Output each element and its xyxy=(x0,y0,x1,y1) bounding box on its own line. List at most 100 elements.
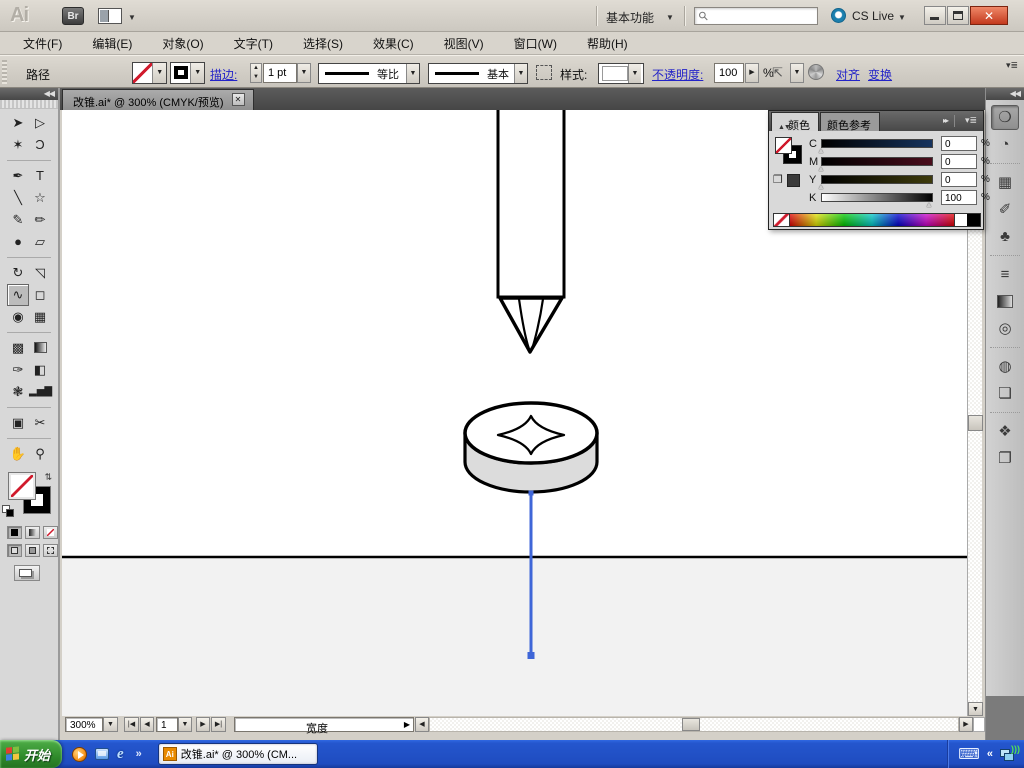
control-bar-grip[interactable] xyxy=(2,60,7,84)
panel-collapse-icon[interactable]: ▲▼ xyxy=(778,124,785,131)
panel-icon-symbols[interactable]: ♣ xyxy=(991,224,1019,249)
search-box[interactable]: ⚲ xyxy=(694,7,818,25)
tab-close-icon[interactable]: ✕ xyxy=(232,93,245,106)
pasteboard[interactable] xyxy=(62,558,967,716)
close-button[interactable]: ✕ xyxy=(970,6,1008,25)
magic-wand-tool[interactable]: ✶ xyxy=(7,134,29,156)
type-tool[interactable]: T xyxy=(29,165,51,187)
spectrum-ramp[interactable] xyxy=(790,214,954,226)
select-similar-dropdown[interactable]: ▼ xyxy=(790,63,804,83)
panel-icon-transparency[interactable]: ◎ xyxy=(991,316,1019,341)
workspace-switcher[interactable]: 基本功能 xyxy=(606,9,654,26)
draw-behind-button[interactable] xyxy=(25,544,40,557)
black-value-field[interactable]: 100 xyxy=(941,190,977,205)
zoom-level-field[interactable]: 300% xyxy=(65,717,103,732)
panel-icon-stroke[interactable]: ≡ xyxy=(991,262,1019,287)
cyan-slider-thumb[interactable]: ▲ xyxy=(817,146,825,155)
minimize-button[interactable] xyxy=(924,6,946,25)
tray-chevron-icon[interactable]: « xyxy=(987,748,993,760)
profile-dropdown-icon[interactable]: ▼ xyxy=(406,64,419,83)
stroke-width-dropdown[interactable]: ▼ xyxy=(297,63,311,83)
brush-dropdown-icon[interactable]: ▼ xyxy=(514,64,527,83)
swap-fill-stroke-icon[interactable]: ⇄ xyxy=(42,473,53,481)
brush-definition-combo[interactable]: 基本 ▼ xyxy=(428,63,528,84)
width-tool[interactable]: ∿ xyxy=(7,284,29,306)
panel-fill-swatch[interactable] xyxy=(775,137,792,154)
panel-icon-color-guide[interactable]: ◔ xyxy=(991,132,1019,157)
color-mode-button[interactable] xyxy=(7,526,22,539)
network-icon[interactable]: ))) xyxy=(1000,747,1016,761)
closest-web-color-swatch[interactable] xyxy=(787,174,800,187)
tools-panel-header[interactable]: ◀◀ xyxy=(0,88,58,100)
document-tab[interactable]: 改锥.ai* @ 300% (CMYK/预览) ✕ xyxy=(62,89,254,110)
column-graph-tool[interactable]: ▂▅▇ xyxy=(29,381,51,403)
menu-type[interactable]: 文字(T) xyxy=(219,32,288,55)
panel-icon-appearance[interactable]: ◍ xyxy=(991,354,1019,379)
panel-icon-brushes[interactable]: ✐ xyxy=(991,197,1019,222)
tab-color[interactable]: ▲▼颜色 xyxy=(771,112,819,131)
eraser-tool[interactable]: ▱ xyxy=(29,231,51,253)
menu-window[interactable]: 窗口(W) xyxy=(499,32,572,55)
expand-dock-icon[interactable]: ◀◀ xyxy=(1010,89,1020,98)
quick-launch-chevron-icon[interactable]: » xyxy=(132,748,146,760)
fill-swatch[interactable] xyxy=(9,473,35,499)
menu-select[interactable]: 选择(S) xyxy=(288,32,358,55)
blob-brush-tool[interactable]: ● xyxy=(7,231,29,253)
menu-object[interactable]: 对象(O) xyxy=(147,32,218,55)
stepper-up-icon[interactable]: ▲ xyxy=(251,64,261,73)
panel-icon-color[interactable]: ❍ xyxy=(991,105,1019,130)
screen-mode-button[interactable] xyxy=(14,565,40,581)
draw-normal-button[interactable] xyxy=(7,544,22,557)
panel-icon-artboards[interactable]: ❐ xyxy=(991,446,1019,471)
fill-none-swatch[interactable] xyxy=(133,63,153,83)
width-profile-combo[interactable]: 等比 ▼ xyxy=(318,63,420,84)
artboard-dropdown-icon[interactable]: ▼ xyxy=(178,717,192,732)
show-desktop-icon[interactable] xyxy=(95,748,109,760)
scroll-down-icon[interactable]: ▼ xyxy=(968,702,983,716)
pencil-tool[interactable]: ✏ xyxy=(29,209,51,231)
shape-tool[interactable]: ☆ xyxy=(29,187,51,209)
magenta-value-field[interactable]: 0 xyxy=(941,154,977,169)
zoom-dropdown-icon[interactable]: ▼ xyxy=(103,717,118,732)
line-segment-tool[interactable]: ╲ xyxy=(7,187,29,209)
color-panel-header[interactable]: ▲▼颜色 颜色参考 ▸▸ ▾≣ xyxy=(769,111,983,131)
recolor-artwork-icon[interactable] xyxy=(808,64,824,80)
horizontal-scroll-thumb[interactable] xyxy=(682,718,700,731)
menu-effect[interactable]: 效果(C) xyxy=(358,32,429,55)
previous-artboard-button[interactable]: ◀ xyxy=(140,717,154,732)
selection-tool[interactable]: ➤ xyxy=(7,112,29,134)
dock-header[interactable]: ◀◀ xyxy=(986,88,1024,100)
out-of-web-color-icon[interactable]: ❒ xyxy=(773,173,783,186)
bridge-button[interactable]: Br xyxy=(62,7,84,25)
live-paint-bucket-tool[interactable]: ◧ xyxy=(29,359,51,381)
screwdriver-tip[interactable] xyxy=(500,298,562,352)
tab-color-guide[interactable]: 颜色参考 xyxy=(820,112,880,131)
stroke-width-stepper[interactable]: ▲ ▼ xyxy=(250,63,262,83)
scale-tool[interactable]: ◹ xyxy=(29,262,51,284)
gradient-tool[interactable] xyxy=(29,337,51,359)
spectrum-none-swatch[interactable] xyxy=(774,214,790,226)
black-slider[interactable] xyxy=(821,193,933,202)
cs-live-caret-icon[interactable]: ▼ xyxy=(898,13,906,22)
stroke-black-swatch[interactable] xyxy=(171,63,191,83)
graphic-style-combo[interactable]: ▼ xyxy=(598,63,644,84)
arrange-documents-button[interactable] xyxy=(98,8,122,24)
eyedropper-tool[interactable]: ✑ xyxy=(7,359,29,381)
rotate-tool[interactable]: ↻ xyxy=(7,262,29,284)
gradient-mode-button[interactable] xyxy=(25,526,40,539)
taskbar-window-button[interactable]: Ai 改锥.ai* @ 300% (CM... xyxy=(158,743,318,765)
artboard-tool[interactable]: ▣ xyxy=(7,412,29,434)
stepper-down-icon[interactable]: ▼ xyxy=(251,73,261,82)
spectrum-white-swatch[interactable] xyxy=(954,214,967,226)
magenta-slider-thumb[interactable]: ▲ xyxy=(817,164,825,173)
panel-menu-icon[interactable]: ▾≣ xyxy=(965,115,977,126)
default-fill-stroke-icon[interactable] xyxy=(2,505,14,517)
fill-dropdown-icon[interactable]: ▼ xyxy=(153,63,166,83)
stroke-color-combo[interactable]: ▼ xyxy=(170,62,205,84)
free-transform-tool[interactable]: ◻ xyxy=(29,284,51,306)
artboard-number-field[interactable]: 1 xyxy=(156,717,178,732)
paintbrush-tool[interactable]: ✎ xyxy=(7,209,29,231)
media-player-icon[interactable] xyxy=(72,747,87,762)
symbol-sprayer-tool[interactable]: ❃ xyxy=(7,381,29,403)
workspace-caret-icon[interactable]: ▼ xyxy=(666,13,674,22)
